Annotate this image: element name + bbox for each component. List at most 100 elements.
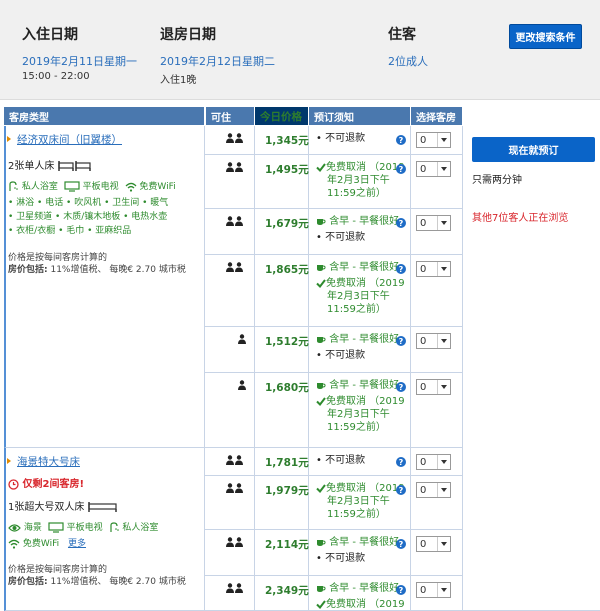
info-icon[interactable]: ? xyxy=(396,539,406,549)
non-refundable: • 不可退款 xyxy=(316,133,366,144)
facility-private-bath: 私人浴室 xyxy=(21,182,58,192)
info-icon[interactable]: ? xyxy=(396,585,406,595)
cancellation-line: 年2月3日下午 xyxy=(327,409,390,420)
price-includes-label: 房价包括: xyxy=(8,577,48,587)
room-quantity-value: 0 xyxy=(420,134,427,146)
expand-arrow-icon xyxy=(7,458,11,464)
room-2-name[interactable]: 海景特大号床 xyxy=(17,454,80,469)
rate-price: 1,979元 xyxy=(265,485,309,497)
non-refundable: • 不可退款 xyxy=(316,455,366,466)
room-1-facilities-row3: • 卫星频道 • 木质/镶木地板 • 电热水壶 xyxy=(8,212,168,222)
room-quantity-select[interactable]: 0 xyxy=(416,215,451,231)
stay-length: 入住1晚 xyxy=(160,75,197,86)
room-quantity-value: 0 xyxy=(420,217,427,229)
room-quantity-value: 0 xyxy=(420,538,427,550)
tv-icon xyxy=(48,522,64,533)
info-icon[interactable]: ? xyxy=(396,457,406,467)
book-now-button[interactable]: 现在就预订 xyxy=(472,137,595,162)
room-quantity-select[interactable]: 0 xyxy=(416,536,451,552)
checkin-time: 15:00 - 22:00 xyxy=(22,71,90,82)
free-cancellation: 免费取消 （2019 年2月3日下午 11:59之前） xyxy=(316,482,406,521)
room-quantity-value: 0 xyxy=(420,584,427,596)
room-quantity-select[interactable]: 0 xyxy=(416,333,451,349)
occupancy-icon xyxy=(226,482,244,496)
room-quantity-value: 0 xyxy=(420,163,427,175)
chevron-down-icon xyxy=(437,483,450,497)
info-icon[interactable]: ? xyxy=(396,135,406,145)
cancellation-line: 免费取消 （2019 xyxy=(316,598,406,611)
header-policy: 预订须知 xyxy=(309,107,410,125)
breakfast-included: 含早 - 早餐很好 xyxy=(316,379,399,392)
rate-price: 1,495元 xyxy=(265,164,309,176)
chevron-down-icon xyxy=(437,162,450,176)
info-icon[interactable]: ? xyxy=(396,485,406,495)
room-2-alert: 仅剩2间客房! xyxy=(8,475,84,490)
room-quantity-value: 0 xyxy=(420,456,427,468)
info-icon[interactable]: ? xyxy=(396,164,406,174)
eye-icon xyxy=(8,523,21,532)
rate-price: 1,680元 xyxy=(265,382,309,394)
price-includes-value: 11%增值税、 每晚€ 2.70 城市税 xyxy=(50,265,186,275)
breakfast-included: 含早 - 早餐很好 xyxy=(316,215,399,228)
room-quantity-select[interactable]: 0 xyxy=(416,379,451,395)
change-search-button[interactable]: 更改搜索条件 xyxy=(509,24,582,49)
occupancy-cell xyxy=(205,373,255,448)
booking-time-note: 只需两分钟 xyxy=(472,175,522,186)
cancellation-line: 11:59之前） xyxy=(327,188,386,199)
room-1-cell xyxy=(4,126,205,448)
search-summary: 入住日期 2019年2月11日星期一 15:00 - 22:00 退房日期 20… xyxy=(0,0,600,100)
occupancy-icon xyxy=(226,582,244,596)
wifi-icon xyxy=(125,182,136,192)
cancellation-line: 免费取消 （2019 xyxy=(316,395,406,408)
breakfast-included: 含早 - 早餐很好 xyxy=(316,536,399,549)
rate-price: 1,781元 xyxy=(265,457,309,469)
occupancy-icon xyxy=(226,215,244,229)
room-2-price-includes: 房价包括: 11%增值税、 每晚€ 2.70 城市税 xyxy=(8,574,186,587)
info-icon[interactable]: ? xyxy=(396,218,406,228)
guests-label: 住客 xyxy=(388,27,416,43)
room-quantity-value: 0 xyxy=(420,335,427,347)
checkin-block: 入住日期 2019年2月11日星期一 15:00 - 22:00 xyxy=(22,24,137,82)
checkin-date: 2019年2月11日星期一 xyxy=(22,55,137,68)
room-quantity-value: 0 xyxy=(420,484,427,496)
rate-price: 2,349元 xyxy=(265,585,309,597)
occupancy-cell xyxy=(205,327,255,373)
info-icon[interactable]: ? xyxy=(396,336,406,346)
room-quantity-select[interactable]: 0 xyxy=(416,132,451,148)
info-icon[interactable]: ? xyxy=(396,264,406,274)
room-1-name[interactable]: 经济双床间（旧翼楼） xyxy=(17,132,122,147)
room-1-facilities-main: 私人浴室 平板电视 免费WiFi xyxy=(8,179,176,192)
non-refundable: • 不可退款 xyxy=(316,553,366,564)
expand-arrow-icon xyxy=(7,136,11,142)
room-quantity-select[interactable]: 0 xyxy=(416,582,451,598)
cancellation-line: 11:59之前） xyxy=(327,509,386,520)
cancellation-line: 年2月3日下午 xyxy=(327,496,390,507)
chevron-down-icon xyxy=(437,583,450,597)
room-quantity-select[interactable]: 0 xyxy=(416,161,451,177)
occupancy-icon xyxy=(226,161,244,175)
cancellation-line: 免费取消 （2019 xyxy=(316,482,406,495)
room-quantity-select[interactable]: 0 xyxy=(416,454,451,470)
shower-icon xyxy=(109,522,119,532)
breakfast-included: 含早 - 早餐很好 xyxy=(316,582,399,595)
more-facilities-link[interactable]: 更多 xyxy=(68,539,86,549)
free-cancellation: 免费取消 （2019 xyxy=(316,598,406,611)
checkin-label: 入住日期 xyxy=(22,27,78,43)
occupancy-icon xyxy=(226,132,244,146)
facility-sea-view: 海景 xyxy=(23,523,42,533)
price-includes-value: 11%增值税、 每晚€ 2.70 城市税 xyxy=(50,577,186,587)
info-icon[interactable]: ? xyxy=(396,382,406,392)
chevron-down-icon xyxy=(437,334,450,348)
wifi-icon xyxy=(8,539,20,549)
booking-sidebar xyxy=(463,126,600,611)
room-1-price-includes: 房价包括: 11%增值税、 每晚€ 2.70 城市税 xyxy=(8,262,186,275)
room-quantity-select[interactable]: 0 xyxy=(416,482,451,498)
chevron-down-icon xyxy=(437,133,450,147)
room-1-beds: 2张单人床 xyxy=(8,157,92,172)
free-cancellation: 免费取消 （2019 年2月3日下午 11:59之前） xyxy=(316,395,406,434)
room-quantity-select[interactable]: 0 xyxy=(416,261,451,277)
occupancy-icon xyxy=(238,379,247,393)
rate-price: 1,679元 xyxy=(265,218,309,230)
cancellation-line: 年2月3日下午 xyxy=(327,291,390,302)
room-2-beds: 1张超大号双人床 xyxy=(8,498,118,513)
